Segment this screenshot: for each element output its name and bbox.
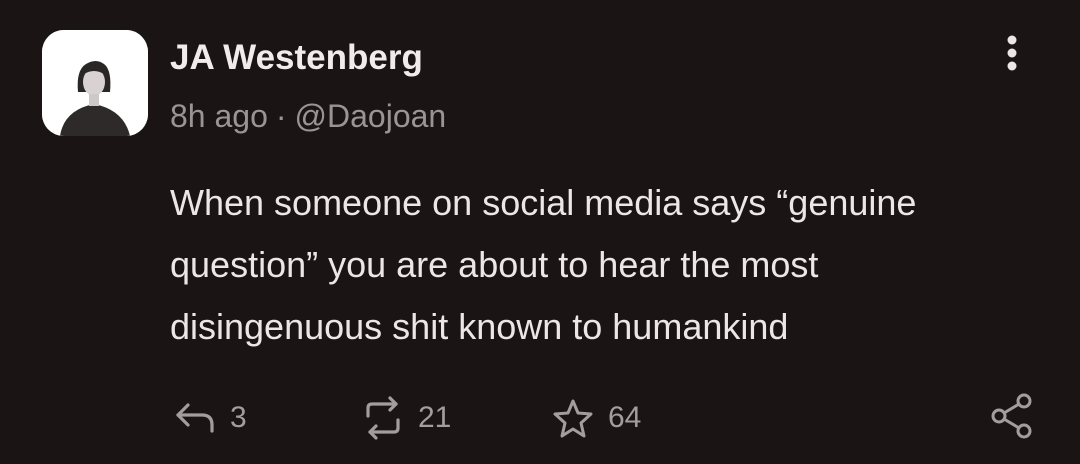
reply-button[interactable]: 3 bbox=[174, 394, 247, 442]
post-time: 8h ago bbox=[170, 98, 268, 134]
share-icon bbox=[991, 393, 1032, 439]
post-text-line: disingenuous shit known to humankind bbox=[170, 306, 789, 347]
repost-icon bbox=[366, 396, 400, 440]
like-button[interactable]: 64 bbox=[552, 394, 641, 442]
share-button[interactable] bbox=[990, 392, 1034, 440]
post-card: JA Westenberg 8h ago · @Daojoan When someo… bbox=[0, 0, 1080, 464]
like-count: 64 bbox=[608, 401, 642, 434]
avatar[interactable] bbox=[42, 30, 148, 136]
post-text: When someone on social media says “genui… bbox=[170, 172, 1050, 358]
more-options-button[interactable] bbox=[996, 34, 1028, 72]
repost-button[interactable]: 21 bbox=[362, 394, 451, 442]
post-text-line: When someone on social media says “genui… bbox=[170, 182, 917, 223]
avatar-portrait-image bbox=[42, 30, 148, 136]
reply-arrow-icon bbox=[176, 403, 214, 433]
author-handle[interactable]: @Daojoan bbox=[295, 98, 447, 134]
more-vertical-icon bbox=[1007, 35, 1017, 71]
post-text-line: question” you are about to hear the most bbox=[170, 244, 819, 285]
meta-separator: · bbox=[275, 98, 287, 134]
repost-count: 21 bbox=[418, 401, 452, 434]
post-meta: 8h ago · @Daojoan bbox=[170, 98, 446, 135]
reply-count: 3 bbox=[230, 401, 247, 434]
author-name[interactable]: JA Westenberg bbox=[170, 38, 423, 78]
star-icon bbox=[553, 399, 593, 438]
